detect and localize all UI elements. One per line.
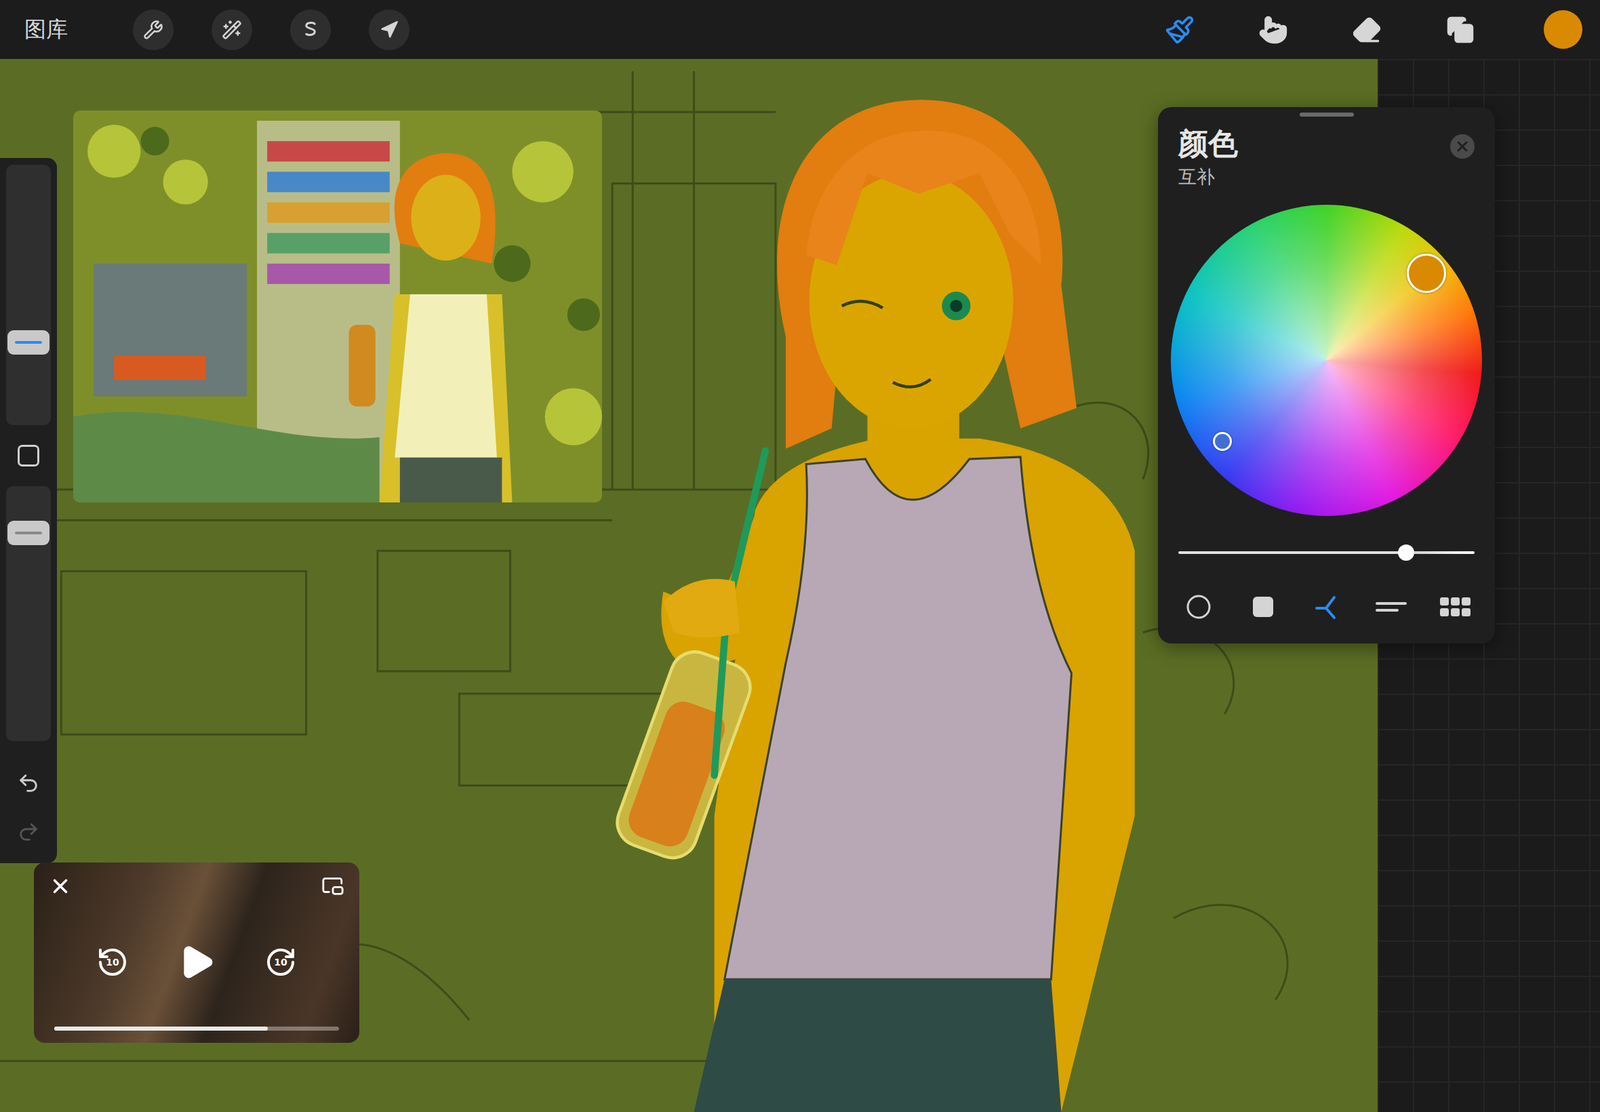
video-progress[interactable]	[54, 1026, 339, 1031]
selection-icon	[300, 19, 321, 40]
transform-button[interactable]	[368, 9, 410, 51]
play-icon[interactable]	[177, 943, 216, 982]
top-bar: 图库	[0, 0, 1600, 59]
panel-header: 颜色互补	[1178, 126, 1475, 189]
color-mode-tabs	[1178, 587, 1475, 626]
video-pip[interactable]: 10 10	[33, 862, 360, 1043]
panel-handle[interactable]	[1299, 112, 1354, 117]
eraser-icon	[1351, 14, 1382, 45]
selection-button[interactable]	[290, 9, 331, 51]
palettes-tab[interactable]	[1436, 587, 1475, 626]
color-wheel[interactable]	[1170, 204, 1483, 516]
brush-size-slider[interactable]	[6, 164, 51, 426]
palettes-icon	[1438, 593, 1473, 621]
layers-button[interactable]	[1439, 8, 1482, 51]
sidebar	[0, 157, 57, 864]
procreate-screen: 图库颜色互补 10 10	[0, 0, 1600, 1112]
harmony-icon	[1312, 591, 1343, 622]
undo-button[interactable]	[8, 762, 49, 804]
gallery-button[interactable]: 图库	[24, 14, 68, 45]
saturation-glow	[1170, 204, 1483, 516]
transform-icon	[379, 20, 399, 40]
pip-top-row	[48, 874, 345, 898]
video-progress-fill	[54, 1026, 268, 1031]
color-panel: 颜色互补	[1157, 107, 1495, 644]
disc-tab[interactable]	[1179, 587, 1218, 626]
close-icon[interactable]	[48, 874, 72, 898]
panel-title: 颜色	[1178, 126, 1238, 163]
eraser-button[interactable]	[1345, 8, 1388, 51]
pip-controls: 10 10	[48, 897, 345, 1027]
close-icon	[1454, 138, 1471, 155]
right-tools	[1158, 8, 1583, 51]
smudge-button[interactable]	[1252, 8, 1295, 51]
brightness-knob[interactable]	[1397, 544, 1415, 561]
smudge-icon	[1258, 14, 1289, 45]
rewind-seconds: 10	[105, 957, 119, 967]
opacity-slider[interactable]	[6, 486, 51, 742]
redo-icon	[16, 820, 40, 844]
reference-window[interactable]	[73, 110, 603, 503]
opacity-slider-thumb[interactable]	[7, 520, 50, 546]
brush-button[interactable]	[1158, 8, 1201, 51]
actions-icon	[143, 19, 164, 40]
classic-icon	[1249, 593, 1277, 621]
harmony-mode[interactable]: 互补	[1178, 164, 1238, 189]
redo-button[interactable]	[8, 811, 49, 853]
adjustments-icon	[221, 19, 243, 40]
harmony-tab[interactable]	[1308, 587, 1347, 626]
thumb-line	[14, 531, 43, 535]
current-color-swatch[interactable]	[1543, 10, 1583, 49]
left-tools: 图库	[24, 9, 410, 51]
value-tab[interactable]	[1372, 587, 1411, 626]
undo-icon	[16, 771, 40, 795]
close-button[interactable]	[1450, 134, 1475, 159]
forward-seconds: 10	[273, 957, 287, 967]
classic-tab[interactable]	[1244, 587, 1283, 626]
square-icon	[17, 444, 40, 467]
brightness-slider[interactable]	[1178, 551, 1475, 554]
rewind-button[interactable]: 10	[96, 945, 129, 979]
primary-marker[interactable]	[1406, 253, 1447, 293]
brush-size-slider-thumb[interactable]	[7, 330, 50, 355]
thumb-line	[14, 341, 43, 344]
modify-button[interactable]	[6, 433, 51, 478]
reference-image[interactable]	[73, 110, 603, 503]
brush-icon	[1164, 14, 1195, 45]
title-block: 颜色互补	[1178, 126, 1238, 189]
disc-icon	[1185, 593, 1213, 621]
value-icon	[1374, 593, 1409, 621]
brightness-fill	[1178, 551, 1407, 554]
layers-icon	[1446, 15, 1475, 45]
adjustments-button[interactable]	[211, 9, 253, 51]
actions-button[interactable]	[132, 9, 174, 51]
forward-button[interactable]: 10	[264, 945, 297, 979]
restore-icon[interactable]	[321, 874, 345, 898]
